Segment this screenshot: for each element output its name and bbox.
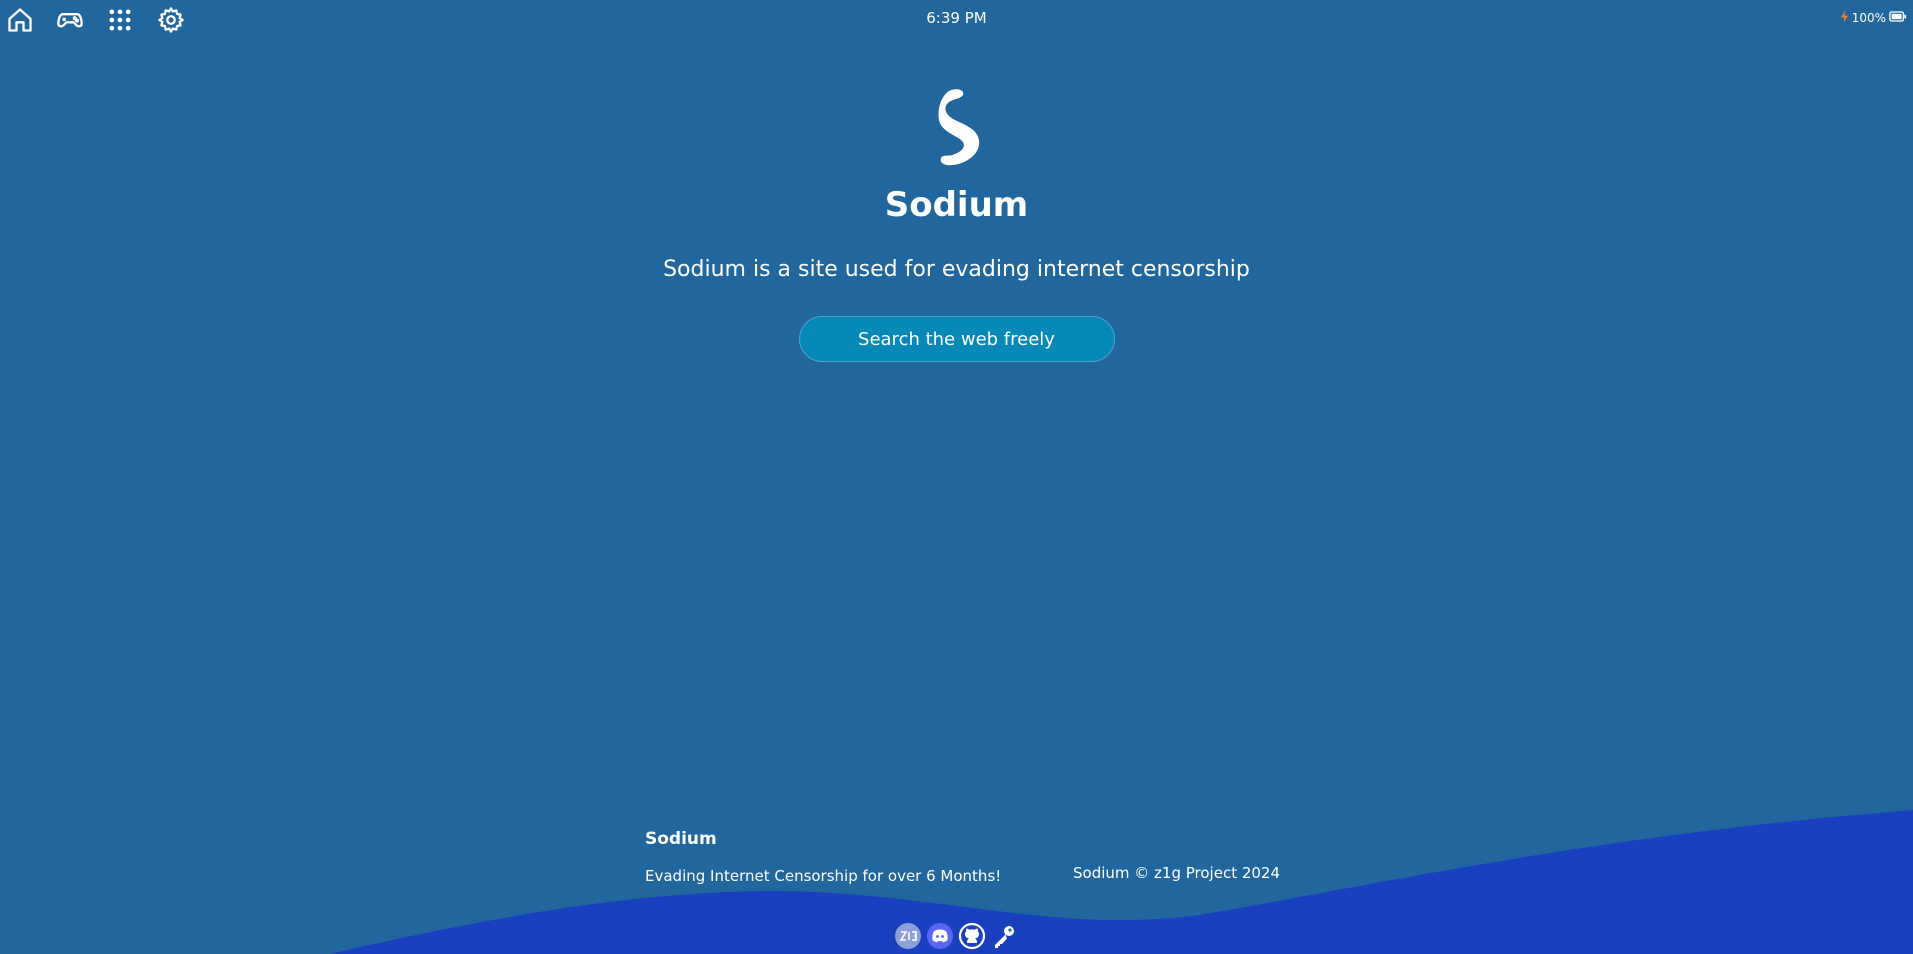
battery-icon: [1889, 11, 1907, 25]
battery-status: 100%: [1840, 10, 1907, 26]
footer-brand: Sodium: [645, 829, 717, 849]
clock: 6:39 PM: [926, 9, 987, 27]
hero-section: Sodium Sodium is a site used for evading…: [0, 85, 1913, 362]
key-icon[interactable]: [990, 922, 1018, 950]
footer-links: [894, 922, 1018, 950]
discord-icon[interactable]: [926, 922, 954, 950]
github-icon[interactable]: [958, 922, 986, 950]
footer-tagline: Evading Internet Censorship for over 6 M…: [645, 867, 1002, 885]
battery-label: 100%: [1851, 11, 1886, 25]
top-bar: 6:39 PM 100%: [0, 0, 1913, 38]
footer-copyright: Sodium © z1g Project 2024: [1073, 864, 1281, 882]
page-subtitle: Sodium is a site used for evading intern…: [663, 257, 1250, 282]
charging-icon: [1840, 10, 1849, 26]
search-web-button[interactable]: Search the web freely: [798, 316, 1115, 362]
sodium-logo: [927, 85, 987, 175]
z1g-icon[interactable]: [894, 922, 922, 950]
page-title: Sodium: [884, 185, 1029, 225]
